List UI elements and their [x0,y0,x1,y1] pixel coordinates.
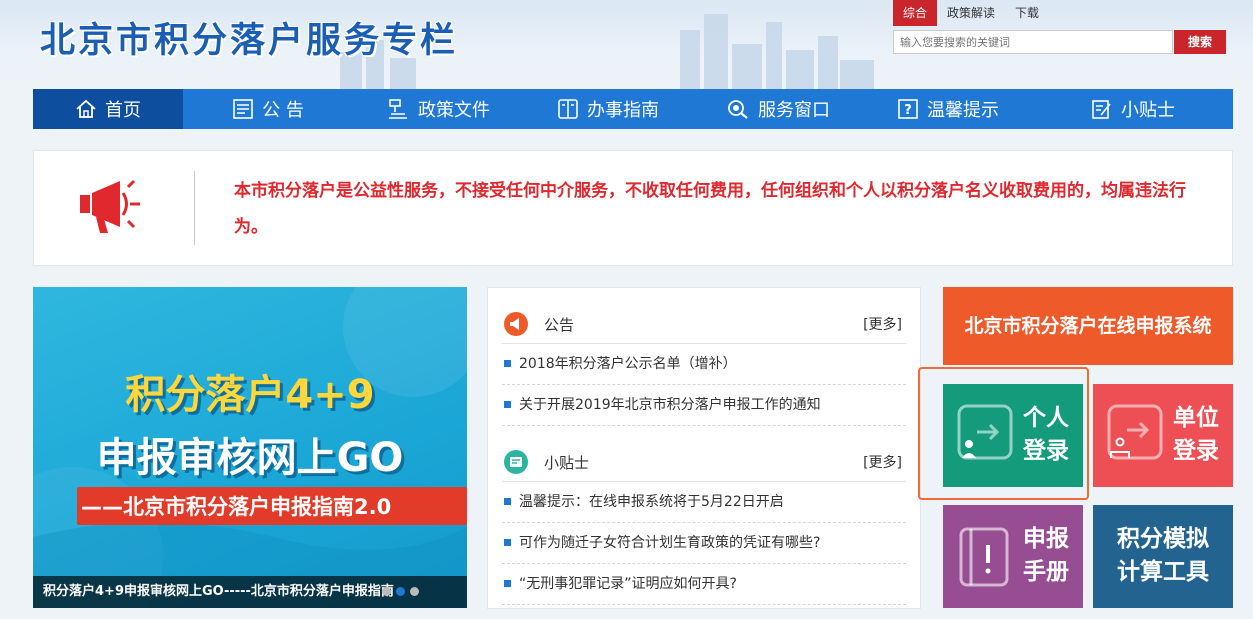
banner-subheadline: 申报审核网上GO [96,435,404,481]
guide-book-icon [557,98,579,120]
carousel-dot[interactable] [382,587,391,596]
list-item[interactable]: “无刑事犯罪记录”证明应如何开具? [502,564,906,605]
points-simulator-button[interactable]: 积分模拟 计算工具 [1093,505,1233,608]
list-item[interactable]: 关于开展2019年北京市积分落户申报工作的通知 [502,385,906,426]
nav-item-tips[interactable]: 小贴士 [1033,89,1233,129]
bullet [504,498,511,505]
tile-label-line: 手册 [1023,559,1069,585]
search-input[interactable] [893,30,1173,54]
nav-item-label: 小贴士 [1121,100,1175,121]
carousel-dot-active[interactable] [396,587,405,596]
nav-item-label: 服务窗口 [758,100,830,121]
tile-label-line: 登录 [1023,438,1069,464]
nav-item-policy-files[interactable]: 政策文件 [353,89,523,129]
personal-login-label: 个人 登录 [1023,402,1069,468]
notice-divider [194,171,195,245]
home-icon [75,99,97,119]
top-tab-comprehensive[interactable]: 综合 [893,0,938,26]
bullet [504,360,511,367]
notice-board-icon [232,98,254,120]
application-manual-button[interactable]: 申报 手册 [943,505,1083,608]
tile-label-line: 单位 [1173,405,1219,431]
gavel-icon [386,98,410,120]
banner-guide-title: ——北京市积分落户申报指南2.0 [77,487,467,525]
announcement-icon [504,312,528,340]
announcements-header: 公告 [更多] [502,302,906,344]
news-panel: 公告 [更多] 2018年积分落户公示名单（增补） 关于开展2019年北京市积分… [487,287,921,609]
tips-more-link[interactable]: [更多] [863,452,902,472]
search-button[interactable]: 搜索 [1174,30,1226,54]
main-nav: 首页 公 告 政策文件 办事指南 服务窗口 ? 温馨提示 小贴士 [33,89,1233,129]
banner-headline: 积分落户4+9 [125,372,375,418]
carousel-dots [382,587,419,596]
list-item[interactable]: 可作为随迁子女符合计划生育政策的凭证有哪些? [502,523,906,564]
list-item-text: “无刑事犯罪记录”证明应如何开具? [519,576,737,592]
personal-login-icon [957,402,1015,468]
nav-item-label: 公 告 [262,100,304,121]
notice-text: 本市积分落户是公益性服务，不接受任何中介服务，不收取任何费用，任何组织和个人以积… [234,181,1186,237]
tile-label-line: 申报 [1023,526,1069,552]
personal-login-button[interactable]: 个人 登录 [943,384,1083,487]
list-item-text: 温馨提示：在线申报系统将于5月22日开启 [519,494,784,510]
tips-title: 小贴士 [544,454,590,472]
nav-item-label: 首页 [105,100,141,121]
top-tabs: 综合 政策解读 下载 [893,0,1049,26]
warning-notice: 本市积分落户是公益性服务，不接受任何中介服务，不收取任何费用，任何组织和个人以积… [33,150,1233,266]
list-item-text: 关于开展2019年北京市积分落户申报工作的通知 [519,397,821,413]
tile-label-line: 积分模拟 [1117,526,1209,552]
question-icon: ? [897,98,919,120]
service-search-icon [726,98,750,120]
edit-note-icon [1091,98,1113,120]
online-application-system-button[interactable]: 北京市积分落户在线申报系统 [943,287,1233,365]
unit-login-icon [1107,402,1165,468]
tile-label-line: 计算工具 [1117,559,1209,585]
site-title: 北京市积分落户服务专栏 [40,21,459,61]
nav-item-announcements[interactable]: 公 告 [183,89,353,129]
svg-text:?: ? [904,103,912,118]
manual-book-icon [957,523,1015,593]
nav-item-guide[interactable]: 办事指南 [523,89,693,129]
announcements-more-link[interactable]: [更多] [863,314,902,334]
carousel-dot[interactable] [410,587,419,596]
tile-label-line: 登录 [1173,438,1219,464]
tile-label-line: 个人 [1023,405,1069,431]
bullet [504,580,511,587]
nav-item-label: 温馨提示 [927,100,999,121]
list-item-text: 2018年积分落户公示名单（增补） [519,356,737,372]
nav-item-reminders[interactable]: ? 温馨提示 [863,89,1033,129]
tips-header: 小贴士 [更多] [502,440,906,482]
tips-icon [504,450,528,478]
top-tab-policy-interpretation[interactable]: 政策解读 [937,0,1005,26]
announcements-title: 公告 [544,316,575,334]
list-item-text: 可作为随迁子女符合计划生育政策的凭证有哪些? [519,535,821,551]
manual-label: 申报 手册 [1023,523,1069,589]
promo-banner[interactable]: 积分落户4+9 申报审核网上GO ——北京市积分落户申报指南2.0 积分落户4+… [33,287,467,608]
site-header: 北京市积分落户服务专栏 综合 政策解读 下载 搜索 [0,0,1253,89]
nav-item-label: 政策文件 [418,100,490,121]
nav-item-service-window[interactable]: 服务窗口 [693,89,863,129]
nav-item-label: 办事指南 [587,100,659,121]
unit-login-button[interactable]: 单位 登录 [1093,384,1233,487]
bullet [504,401,511,408]
top-tab-download[interactable]: 下载 [1005,0,1049,26]
unit-login-label: 单位 登录 [1173,402,1219,468]
simulator-label: 积分模拟 计算工具 [1093,523,1233,589]
bullet [504,539,511,546]
nav-item-home[interactable]: 首页 [33,89,183,129]
list-item[interactable]: 温馨提示：在线申报系统将于5月22日开启 [502,482,906,523]
megaphone-icon [76,173,156,241]
list-item[interactable]: 2018年积分落户公示名单（增补） [502,344,906,385]
